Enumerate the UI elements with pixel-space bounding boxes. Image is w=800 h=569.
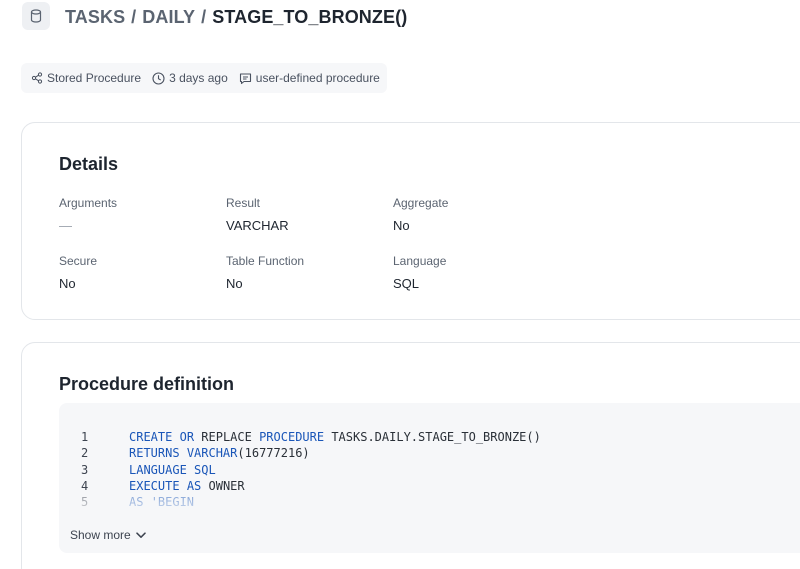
code-keyword: RETURNS	[129, 446, 180, 461]
prop-label: Table Function	[226, 254, 305, 268]
code-text: OWNER	[201, 478, 245, 493]
database-icon-box	[22, 2, 50, 30]
procedure-icon	[31, 72, 43, 84]
line-number: 1	[81, 430, 89, 444]
line-number: 3	[81, 462, 89, 477]
prop-table-function: Table Function No	[226, 254, 386, 291]
code-line: 4 EXECUTE AS OWNER	[81, 478, 541, 494]
prop-label: Result	[226, 196, 261, 210]
show-more-label: Show more	[70, 528, 131, 542]
prop-label: Arguments	[59, 196, 118, 210]
chevron-down-icon	[135, 531, 146, 538]
procedure-definition-title: Procedure definition	[59, 374, 235, 394]
code-keyword: CREATE	[129, 430, 173, 444]
prop-value: No	[59, 276, 76, 291]
code-text: REPLACE	[194, 430, 260, 444]
code-fade-overlay	[59, 498, 800, 520]
prop-arguments: Arguments —	[59, 196, 219, 233]
prop-label: Aggregate	[393, 196, 449, 210]
breadcrumb-subschema[interactable]: DAILY	[142, 7, 195, 28]
details-title: Details	[59, 154, 119, 174]
code-line: 2 RETURNS VARCHAR (16777216)	[81, 445, 541, 461]
object-description: user-defined procedure	[239, 71, 380, 85]
code-line: 1 CREATE OR REPLACE PROCEDURE TASKS.DAIL…	[81, 429, 541, 445]
prop-aggregate: Aggregate No	[393, 196, 553, 233]
prop-result: Result VARCHAR	[226, 196, 386, 233]
object-description-label: user-defined procedure	[255, 71, 380, 85]
prop-value: No	[226, 276, 243, 291]
prop-value: No	[393, 218, 410, 233]
breadcrumb-schema[interactable]: TASKS	[65, 7, 125, 28]
details-card: Details Arguments — Result VARCHAR Aggre…	[21, 122, 800, 320]
prop-language: Language SQL	[393, 254, 553, 291]
code-text: (16777216)	[237, 446, 310, 461]
object-type-label: Stored Procedure	[47, 71, 142, 85]
code-keyword: AS	[186, 478, 202, 493]
object-modified-label: 3 days ago	[169, 71, 228, 85]
line-number: 4	[81, 478, 89, 493]
breadcrumb-separator: /	[131, 6, 137, 27]
show-more-button[interactable]: Show more	[70, 528, 146, 542]
clock-icon	[152, 71, 165, 85]
object-meta-bar: Stored Procedure 3 days ago user-defined…	[21, 63, 387, 93]
code-keyword: LANGUAGE	[129, 462, 187, 477]
prop-value: VARCHAR	[226, 218, 289, 233]
code-keyword: PROCEDURE	[259, 430, 325, 444]
object-modified: 3 days ago	[152, 71, 228, 85]
prop-secure: Secure No	[59, 254, 219, 291]
code-keyword: EXECUTE	[129, 478, 180, 493]
code-block[interactable]: 1 CREATE OR REPLACE PROCEDURE TASKS.DAIL…	[59, 403, 800, 553]
comment-icon	[239, 72, 251, 84]
prop-value: —	[59, 218, 72, 233]
breadcrumb-separator: /	[201, 6, 207, 27]
code-keyword: SQL	[194, 462, 216, 477]
procedure-definition-card: Procedure definition 1 CREATE OR REPLACE…	[21, 342, 800, 569]
line-number: 2	[81, 446, 89, 461]
prop-value: SQL	[393, 276, 420, 291]
code-line: 3 LANGUAGE SQL	[81, 462, 541, 478]
code-keyword: VARCHAR	[186, 446, 238, 461]
code-text: TASKS.DAILY.STAGE_TO_BRONZE()	[324, 430, 541, 444]
breadcrumb: TASKS / DAILY / STAGE_TO_BRONZE()	[65, 6, 407, 28]
database-icon	[30, 9, 42, 23]
code-keyword: OR	[179, 430, 195, 444]
object-type: Stored Procedure	[31, 71, 141, 85]
prop-label: Language	[393, 254, 447, 268]
prop-label: Secure	[59, 254, 98, 268]
page-title: STAGE_TO_BRONZE()	[212, 6, 408, 27]
